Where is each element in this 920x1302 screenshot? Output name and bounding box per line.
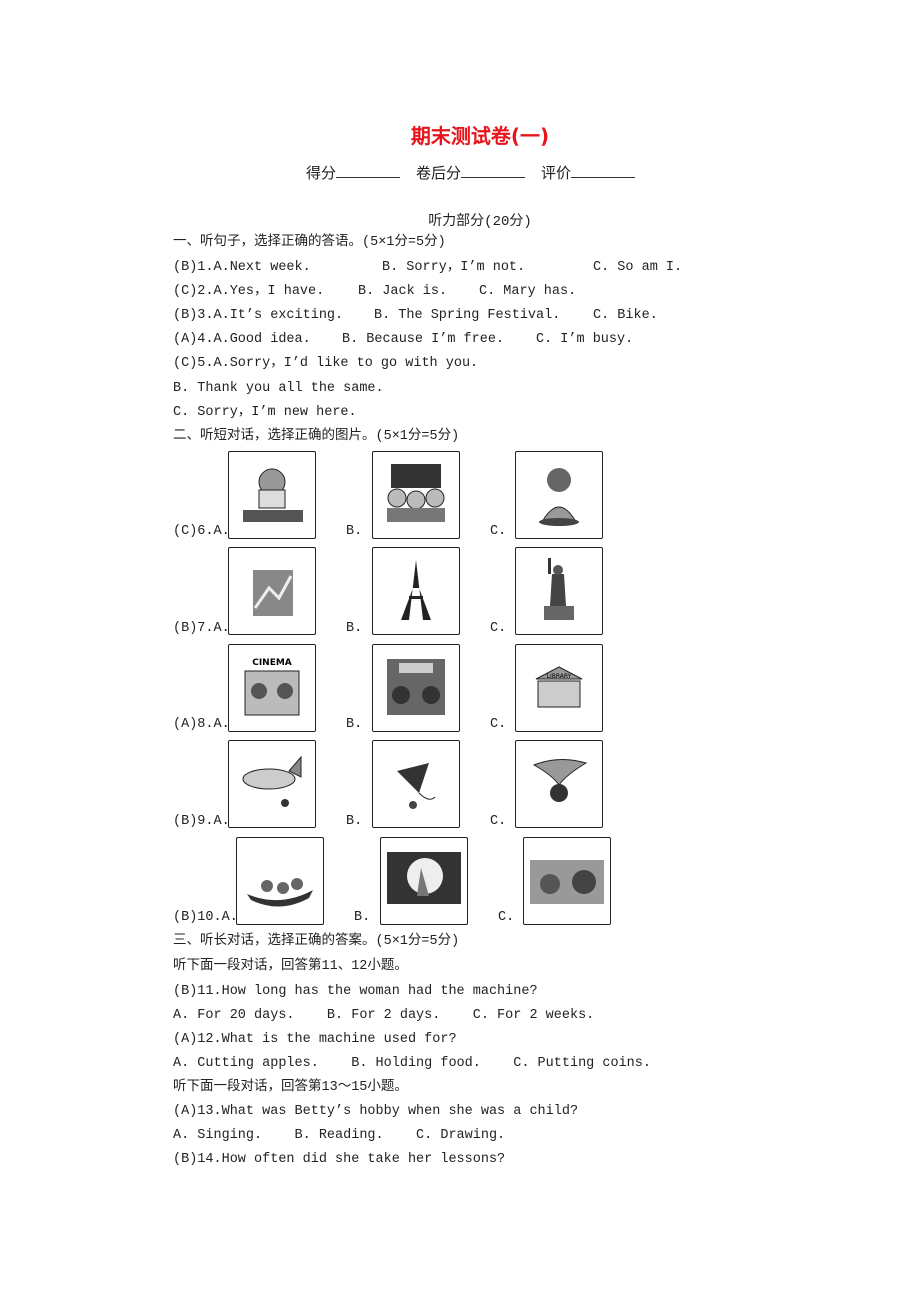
score-blank (336, 163, 401, 178)
dialogue-1-instruction: 听下面一段对话，回答第11、12小题。 (173, 959, 408, 974)
cinema-sign-text: CINEMA (252, 658, 292, 668)
library-picture: LIBRARY (515, 644, 603, 732)
dialogue-2-instruction: 听下面一段对话，回答第13～15小题。 (173, 1080, 408, 1095)
q10-b-label: B. (354, 910, 371, 925)
option-b: B. The Spring Festival. (374, 308, 561, 323)
option-a: (B)3.A.It’s exciting. (173, 308, 344, 323)
page-title: 期末测试卷(一) (410, 124, 550, 148)
question-4: (A)4.A.Good idea. B. Because I’m free. C. … (173, 331, 633, 349)
question-14: (B)14.How often did she take her lessons… (173, 1152, 506, 1167)
option-c: C. Bike. (593, 308, 658, 323)
summer-park-picture (372, 644, 460, 732)
score-label: 得分 (306, 164, 337, 182)
q7-label: (B)7.A. (173, 621, 230, 636)
eiffel-tower-picture (372, 547, 460, 635)
question-5: (C)5.A.Sorry，I’d like to go with you. (173, 356, 479, 371)
cinema-picture: CINEMA (228, 644, 316, 732)
q9-c-label: C. (490, 814, 507, 829)
evaluation-blank (571, 163, 636, 178)
option-a: (A)4.A.Good idea. (173, 332, 311, 347)
dragon-boat-picture (236, 837, 324, 925)
question-12: (A)12.What is the machine used for? (173, 1032, 457, 1047)
option-b: B. Jack is. (358, 284, 448, 299)
final-score-label: 卷后分 (416, 164, 462, 182)
option-b: B. Because I’m free. (342, 332, 505, 347)
question-1: (B)1.A.Next week. B. Sorry，I’m not. C. So … (173, 259, 682, 277)
bird-kite-picture (515, 740, 603, 828)
evaluation-label: 评价 (541, 164, 572, 182)
option-c: C. So am I. (593, 260, 683, 275)
question-5-option-c: C. Sorry，I’m new here. (173, 405, 357, 420)
library-sign-text: LIBRARY (547, 673, 572, 680)
q7-c-label: C. (490, 621, 507, 636)
question-12-options: A. Cutting apples. B. Holding food. C. P… (173, 1056, 651, 1071)
question-3: (B)3.A.It’s exciting. B. The Spring Festi… (173, 307, 658, 325)
q8-b-label: B. (346, 717, 363, 732)
q8-label: (A)8.A. (173, 717, 230, 732)
option-c: C. I’m busy. (536, 332, 634, 347)
part3-heading: 三、听长对话，选择正确的答案。(5×1分=5分) (173, 934, 460, 949)
moon-festival-picture (380, 837, 468, 925)
kite-picture (372, 740, 460, 828)
girl-at-computer-picture (228, 451, 316, 539)
question-2: (C)2.A.Yes，I have. B. Jack is. C. Mary has… (173, 283, 576, 301)
q10-label: (B)10.A. (173, 910, 238, 925)
person-with-headphones-picture (515, 451, 603, 539)
option-a: (C)2.A.Yes，I have. (173, 284, 325, 299)
section-heading: 听力部分(20分) (428, 214, 532, 230)
q8-c-label: C. (490, 717, 507, 732)
question-13-options: A. Singing. B. Reading. C. Drawing. (173, 1128, 506, 1143)
score-fields: 得分 卷后分 评价 (306, 162, 651, 183)
exam-page: 期末测试卷(一) 得分 卷后分 评价 听力部分(20分) 一、听句子，选择正确的答语… (0, 0, 920, 1302)
q10-c-label: C. (498, 910, 515, 925)
q7-b-label: B. (346, 621, 363, 636)
q6-c-label: C. (490, 524, 507, 539)
option-c: C. Mary has. (479, 284, 577, 299)
part2-heading: 二、听短对话，选择正确的图片。(5×1分=5分) (173, 429, 460, 444)
q9-b-label: B. (346, 814, 363, 829)
students-at-blackboard-picture (372, 451, 460, 539)
q6-label: (C)6.A. (173, 524, 230, 539)
question-11-options: A. For 20 days. B. For 2 days. C. For 2 … (173, 1008, 595, 1023)
option-a: (B)1.A.Next week. (173, 260, 311, 275)
airplane-picture (228, 740, 316, 828)
great-wall-picture (228, 547, 316, 635)
part1-heading: 一、听句子，选择正确的答语。(5×1分=5分) (173, 235, 446, 250)
question-11: (B)11.How long has the woman had the mac… (173, 984, 538, 999)
question-5-option-b: B. Thank you all the same. (173, 381, 384, 396)
statue-of-liberty-picture (515, 547, 603, 635)
final-score-blank (461, 163, 526, 178)
question-13: (A)13.What was Betty’s hobby when she wa… (173, 1104, 579, 1119)
option-b: B. Sorry，I’m not. (382, 260, 526, 275)
lion-dance-picture (523, 837, 611, 925)
q9-label: (B)9.A. (173, 814, 230, 829)
q6-b-label: B. (346, 524, 363, 539)
